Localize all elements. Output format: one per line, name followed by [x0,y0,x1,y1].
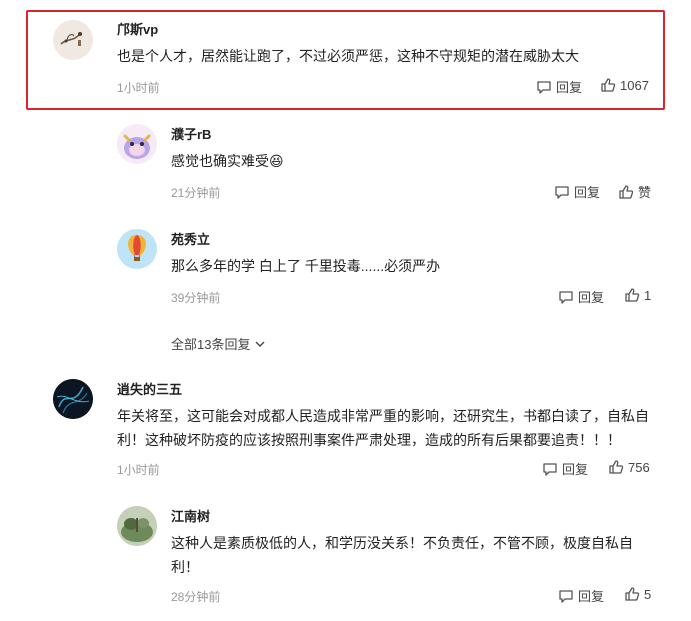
avatar[interactable] [53,20,93,60]
like-count: 1 [644,287,652,303]
comment-icon [559,589,573,603]
thumbs-up-icon [625,288,640,302]
reply-button[interactable]: 回复 [558,287,604,306]
avatar[interactable] [53,379,93,419]
reply-button[interactable]: 回复 [554,182,600,201]
username[interactable]: 邝斯vp [117,19,158,38]
comment-text: 那么多年的学 白上了 千里投毒......必须严办 [171,258,441,274]
reply-label: 回复 [578,290,605,305]
reply-label: 回复 [578,589,605,604]
reply-button[interactable]: 回复 [558,586,604,605]
like-button[interactable]: 756 [608,459,650,475]
avatar[interactable] [117,229,157,269]
comment-text: 年关将至，这可能会对成都人民造成非常严重的影响，还研究生，书都白读了，自私自利！… [117,408,649,448]
like-count: 756 [628,459,650,475]
username[interactable]: 苑秀立 [171,229,210,248]
username[interactable]: 逍失的三五 [117,379,182,398]
comment-text: 这种人是素质极低的人，和学历没关系！不负责任，不管不顾，极度自私自利！ [171,535,633,575]
like-count: 5 [644,586,652,602]
reply-label: 回复 [556,80,583,95]
like-button[interactable]: 1 [624,287,651,303]
avatar[interactable] [117,124,157,164]
thumbs-up-icon [601,78,616,92]
thumbs-up-icon [609,460,624,474]
thumbs-up-icon [625,587,640,601]
like-count: 1067 [620,77,649,93]
comment-icon [543,462,557,476]
username[interactable]: 濮子rB [171,124,211,143]
expand-replies-label: 全部13条回复 [171,337,251,352]
like-button[interactable]: 5 [624,586,651,602]
comment-icon [555,185,569,199]
reply-button[interactable]: 回复 [536,77,582,96]
reply-button[interactable]: 回复 [542,459,588,478]
expand-replies-button[interactable]: 全部13条回复 [171,334,266,353]
comment-icon [537,80,551,94]
comment-text: 也是个人才，居然能让跑了，不过必须严惩，这种不守规矩的潜在威胁太大 [117,48,579,64]
chevron-down-icon [255,341,265,347]
thumbs-up-icon [619,184,634,199]
timestamp: 39分钟前 [171,291,221,305]
like-button[interactable]: 赞 [618,182,651,201]
reply-label: 回复 [562,462,589,477]
like-label: 赞 [638,185,652,200]
timestamp: 1小时前 [117,463,160,477]
comment-text: 感觉也确实难受😆 [171,153,284,169]
timestamp: 21分钟前 [171,186,221,200]
timestamp: 28分钟前 [171,590,221,604]
avatar[interactable] [117,506,157,546]
like-button[interactable]: 1067 [600,77,649,93]
timestamp: 1小时前 [117,81,160,95]
reply-label: 回复 [574,185,601,200]
comment-icon [559,290,573,304]
username[interactable]: 江南树 [171,506,210,525]
